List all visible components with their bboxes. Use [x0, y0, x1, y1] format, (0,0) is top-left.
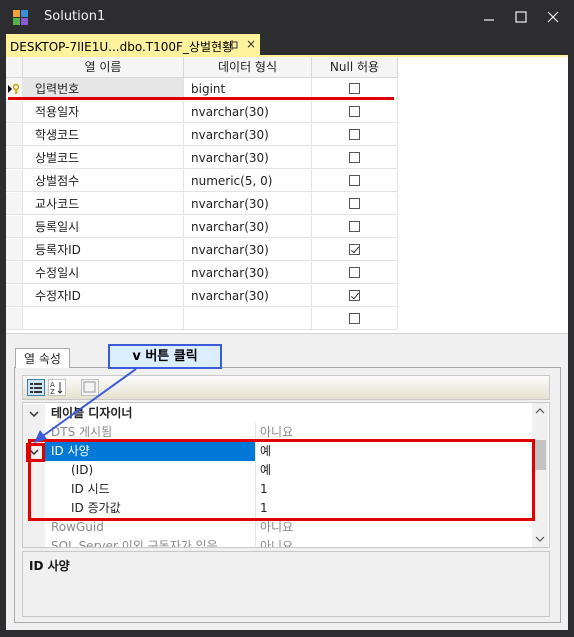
- table-row[interactable]: 등록일시 nvarchar(30): [6, 216, 398, 239]
- row-selector[interactable]: [6, 170, 23, 192]
- allow-nulls-cell: [312, 170, 398, 192]
- table-row[interactable]: 학생코드 nvarchar(30): [6, 124, 398, 147]
- data-type-cell[interactable]: nvarchar(30): [184, 285, 312, 307]
- table-row[interactable]: 교사코드 nvarchar(30): [6, 193, 398, 216]
- property-row[interactable]: SQL Server 이외 구독자가 있음 아니요: [23, 537, 533, 548]
- table-row[interactable]: 수정자ID nvarchar(30): [6, 285, 398, 308]
- column-name-cell[interactable]: 교사코드: [23, 193, 184, 215]
- annotation-arrow: [34, 368, 137, 443]
- row-selector[interactable]: [6, 193, 23, 215]
- data-type-cell[interactable]: nvarchar(30): [184, 239, 312, 261]
- tab-column-properties[interactable]: 열 속성: [15, 348, 70, 368]
- header-column-name[interactable]: 열 이름: [23, 57, 184, 78]
- table-row[interactable]: [6, 308, 398, 331]
- row-selector[interactable]: [6, 262, 23, 284]
- annotation-red-box: [28, 439, 535, 521]
- allow-nulls-cell: [312, 285, 398, 307]
- row-selector[interactable]: [6, 239, 23, 261]
- column-name-cell[interactable]: 적용일자: [23, 101, 184, 123]
- row-selector[interactable]: [6, 101, 23, 123]
- column-name-cell[interactable]: 등록자ID: [23, 239, 184, 261]
- allow-nulls-cell: [312, 239, 398, 261]
- allow-nulls-checkbox[interactable]: [349, 106, 360, 117]
- table-row[interactable]: 수정일시 nvarchar(30): [6, 262, 398, 285]
- row-selector[interactable]: [6, 147, 23, 169]
- annotation-callout: v 버튼 클릭: [108, 344, 222, 369]
- data-type-cell[interactable]: nvarchar(30): [184, 262, 312, 284]
- data-type-cell[interactable]: nvarchar(30): [184, 193, 312, 215]
- window-title: Solution1: [44, 9, 106, 24]
- data-type-cell[interactable]: nvarchar(30): [184, 124, 312, 146]
- close-tab-icon[interactable]: ×: [246, 37, 256, 51]
- property-value[interactable]: 아니요: [255, 537, 527, 547]
- column-name-cell[interactable]: 학생코드: [23, 124, 184, 146]
- allow-nulls-checkbox[interactable]: [349, 244, 360, 255]
- allow-nulls-checkbox[interactable]: [349, 267, 360, 278]
- property-margin: [23, 537, 45, 547]
- app-icon: [13, 10, 28, 25]
- data-type-cell[interactable]: nvarchar(30): [184, 216, 312, 238]
- document-tab-label: DESKTOP-7IIE1U...dbo.T100F_상벌현황: [10, 40, 234, 54]
- row-header-corner: [6, 57, 23, 78]
- row-selector[interactable]: [6, 308, 23, 330]
- scroll-thumb[interactable]: [535, 440, 546, 470]
- pin-icon[interactable]: [228, 38, 240, 52]
- allow-nulls-checkbox[interactable]: [349, 290, 360, 301]
- allow-nulls-cell: [312, 147, 398, 169]
- data-type-cell[interactable]: nvarchar(30): [184, 101, 312, 123]
- annotation-red-underline: [8, 97, 394, 100]
- scroll-down-icon[interactable]: [535, 535, 545, 543]
- allow-nulls-checkbox[interactable]: [349, 129, 360, 140]
- document-tab[interactable]: DESKTOP-7IIE1U...dbo.T100F_상벌현황 ×: [6, 34, 260, 56]
- row-selector[interactable]: [6, 216, 23, 238]
- column-name-cell[interactable]: 수정자ID: [23, 285, 184, 307]
- allow-nulls-checkbox[interactable]: [349, 83, 360, 94]
- table-row[interactable]: 등록자ID nvarchar(30): [6, 239, 398, 262]
- column-name-cell[interactable]: 등록일시: [23, 216, 184, 238]
- data-type-cell[interactable]: [184, 308, 312, 330]
- allow-nulls-checkbox[interactable]: [349, 152, 360, 163]
- allow-nulls-cell: [312, 216, 398, 238]
- header-data-type[interactable]: 데이터 형식: [184, 57, 312, 78]
- allow-nulls-cell: [312, 193, 398, 215]
- data-type-cell[interactable]: numeric(5, 0): [184, 170, 312, 192]
- data-type-cell[interactable]: nvarchar(30): [184, 147, 312, 169]
- allow-nulls-checkbox[interactable]: [349, 198, 360, 209]
- scroll-up-icon[interactable]: [535, 407, 545, 415]
- header-allow-nulls[interactable]: Null 허용: [312, 57, 398, 78]
- allow-nulls-cell: [312, 124, 398, 146]
- minimize-icon[interactable]: [480, 8, 498, 26]
- row-selector[interactable]: [6, 124, 23, 146]
- allow-nulls-cell: [312, 101, 398, 123]
- table-row[interactable]: 상벌점수 numeric(5, 0): [6, 170, 398, 193]
- allow-nulls-checkbox[interactable]: [349, 313, 360, 324]
- description-title: ID 사양: [29, 559, 70, 573]
- allow-nulls-cell: [312, 308, 398, 330]
- allow-nulls-checkbox[interactable]: [349, 175, 360, 186]
- column-name-cell[interactable]: 수정일시: [23, 262, 184, 284]
- close-icon[interactable]: [544, 8, 562, 26]
- maximize-icon[interactable]: [512, 8, 530, 26]
- property-name: SQL Server 이외 구독자가 있음: [51, 539, 218, 548]
- column-name-cell[interactable]: 상벌코드: [23, 147, 184, 169]
- allow-nulls-checkbox[interactable]: [349, 221, 360, 232]
- table-row[interactable]: 적용일자 nvarchar(30): [6, 101, 398, 124]
- property-description-pane: ID 사양: [22, 551, 550, 617]
- table-row[interactable]: 상벌코드 nvarchar(30): [6, 147, 398, 170]
- column-name-cell[interactable]: [23, 308, 184, 330]
- allow-nulls-cell: [312, 262, 398, 284]
- row-selector[interactable]: [6, 285, 23, 307]
- column-name-cell[interactable]: 상벌점수: [23, 170, 184, 192]
